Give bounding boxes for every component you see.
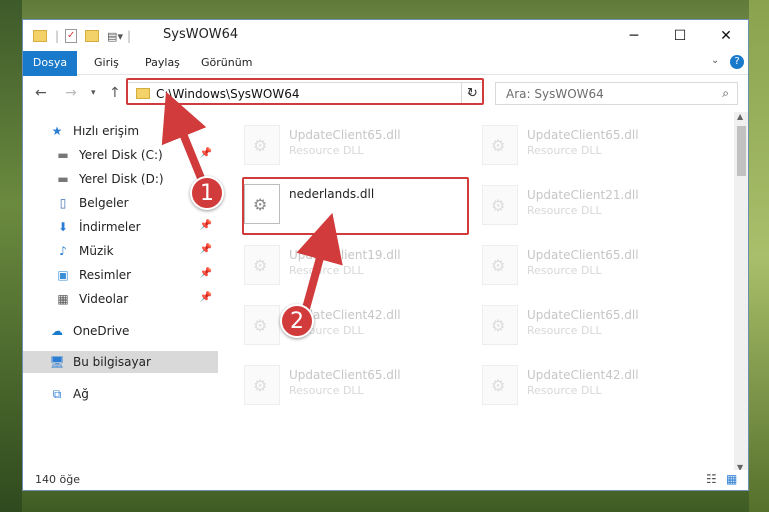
annotation-arrows [161, 91, 343, 316]
step-badge-1: 1 [190, 176, 224, 210]
arrow-2 [296, 212, 343, 316]
arrow-1 [161, 91, 207, 187]
step-badge-2: 2 [280, 304, 314, 338]
